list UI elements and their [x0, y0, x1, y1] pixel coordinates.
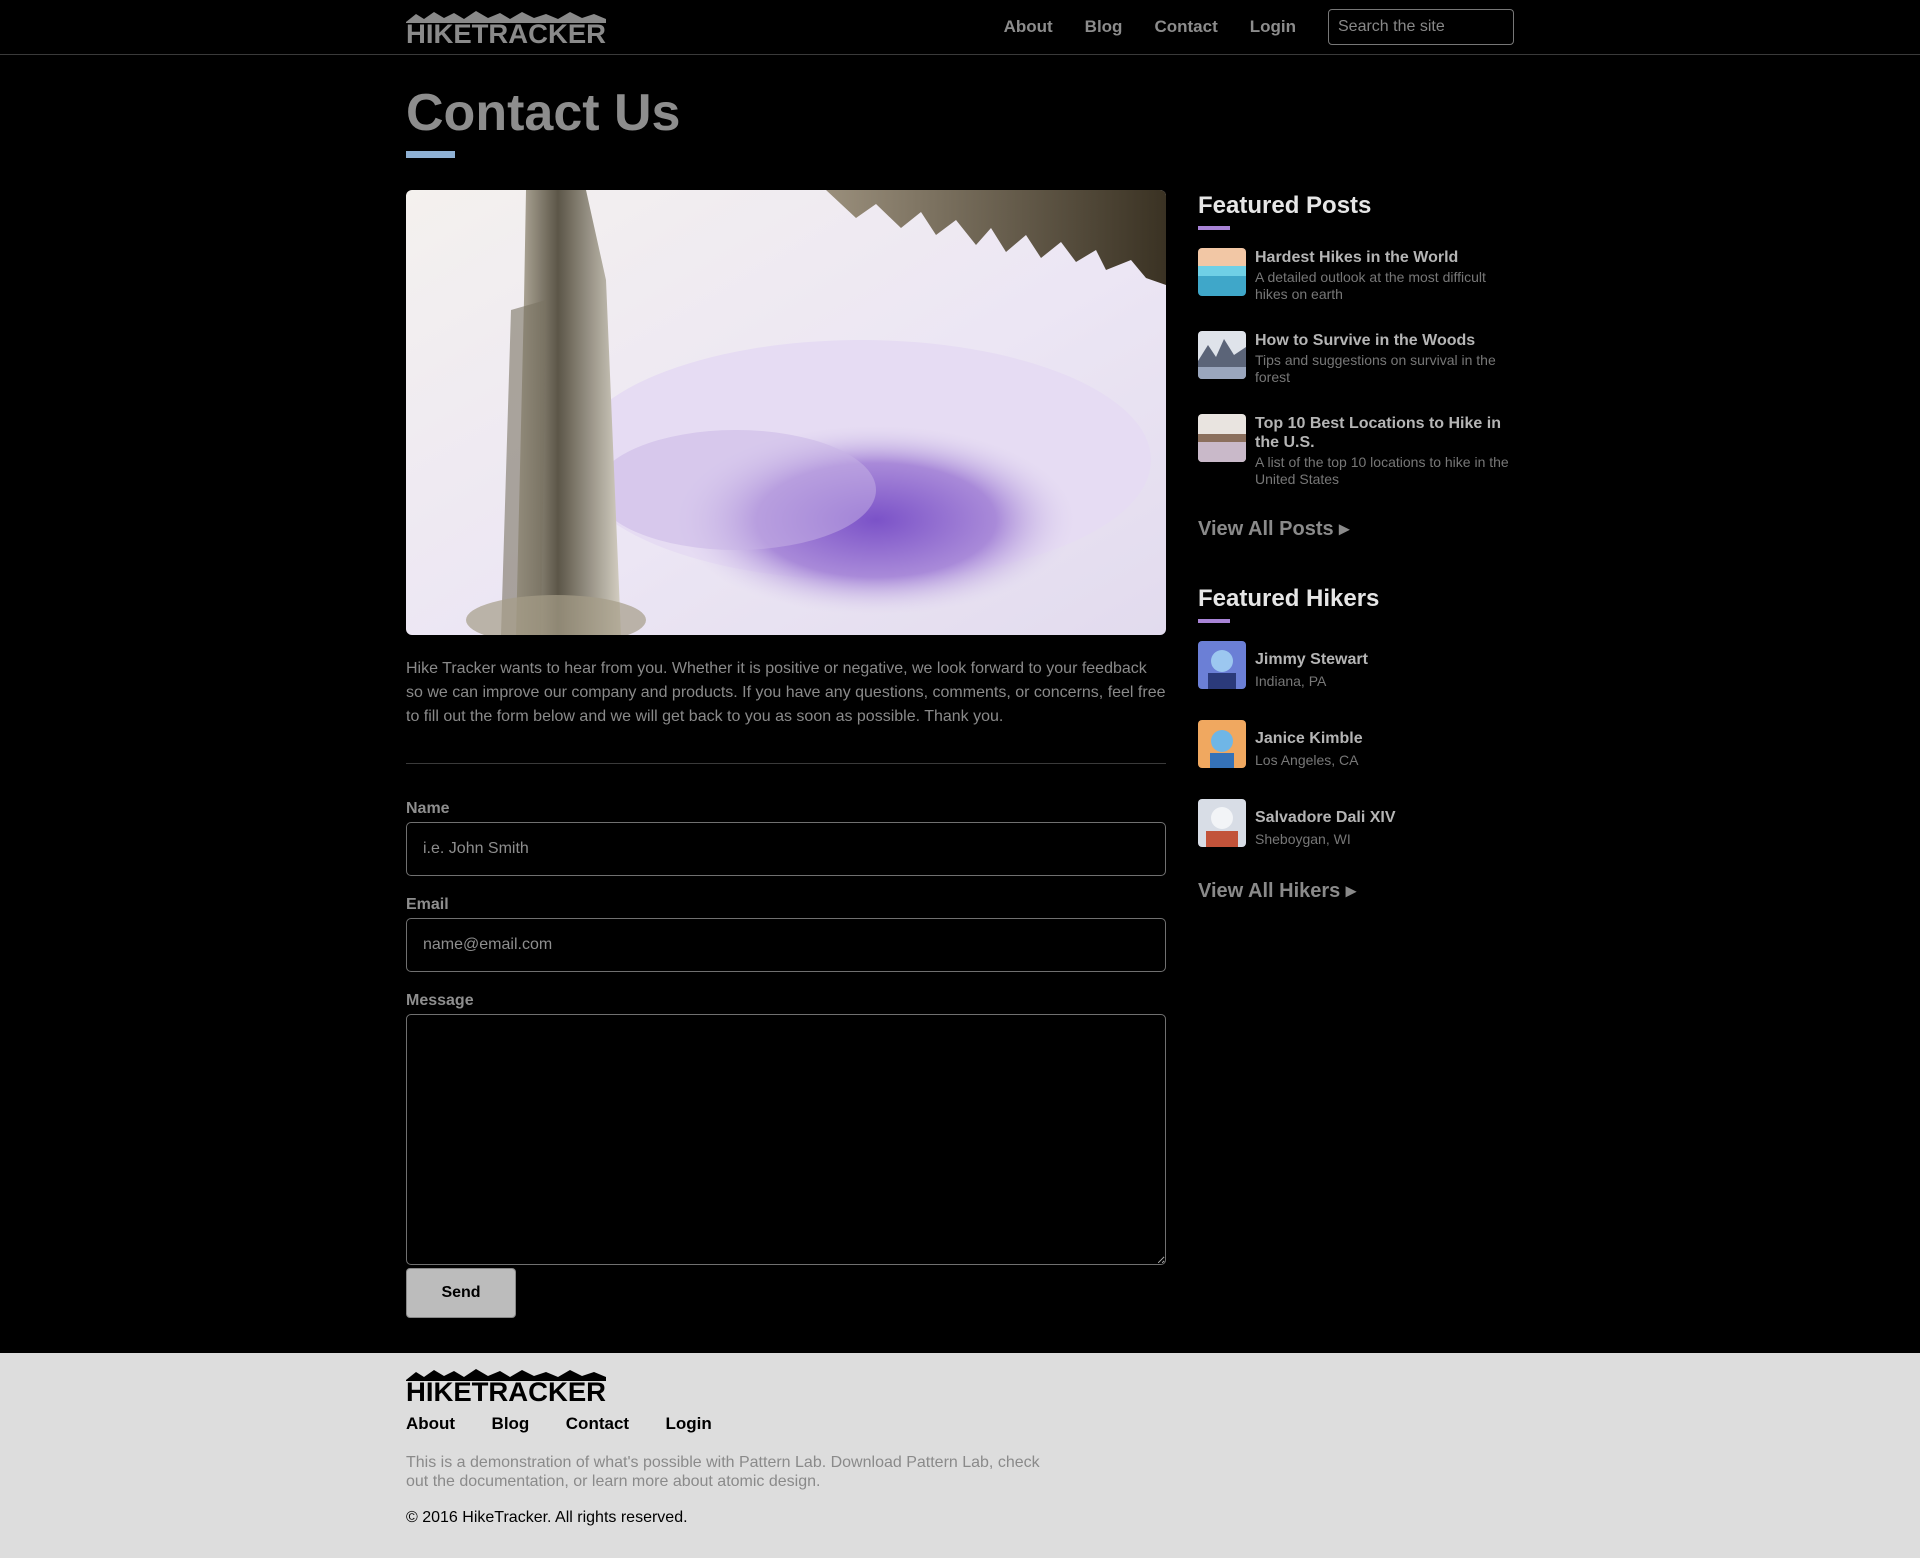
- post-thumbnail: [1198, 414, 1246, 463]
- post-item[interactable]: How to Survive in the Woods Tips and sug…: [1198, 331, 1514, 386]
- featured-hikers-list: Jimmy Stewart Indiana, PA Janice Kimble …: [1198, 641, 1514, 848]
- hiker-name: Janice Kimble: [1255, 730, 1363, 748]
- email-field[interactable]: [406, 918, 1166, 973]
- post-title: Hardest Hikes in the World: [1255, 249, 1459, 267]
- sidebar: Featured Posts Hardest Hikes in the Worl…: [1198, 190, 1514, 1318]
- main-content: Hike Tracker wants to hear from you. Whe…: [406, 190, 1166, 1319]
- footer-nav-about[interactable]: About: [406, 1414, 455, 1433]
- post-description: Tips and suggestions on survival in the …: [1255, 352, 1496, 386]
- post-thumbnail: [1198, 248, 1246, 297]
- divider: [406, 763, 1166, 765]
- heading-accent-bar: [1198, 619, 1230, 624]
- message-field[interactable]: [406, 1014, 1166, 1266]
- post-description: A detailed outlook at the most difficult…: [1255, 269, 1486, 303]
- featured-posts-heading: Featured Posts: [1198, 192, 1372, 220]
- main-nav: About Blog Contact Login: [1004, 17, 1296, 37]
- copyright: © 2016 HikeTracker. All rights reserved.: [406, 1509, 688, 1526]
- avatar: [1198, 720, 1246, 769]
- email-label: Email: [406, 896, 449, 914]
- footer-nav-login[interactable]: Login: [666, 1414, 712, 1433]
- title-accent-bar: [406, 151, 455, 159]
- hiker-item[interactable]: Janice Kimble Los Angeles, CA: [1198, 720, 1514, 769]
- footer-nav: About Blog Contact Login: [406, 1414, 1514, 1434]
- footer-logo[interactable]: HIKETRACKER: [406, 1368, 1514, 1402]
- logo-text: HIKETRACKER: [406, 19, 606, 44]
- hiker-item[interactable]: Salvadore Dali XIV Sheboygan, WI: [1198, 799, 1514, 848]
- footer-description: This is a demonstration of what's possib…: [406, 1454, 1040, 1490]
- hiker-name: Jimmy Stewart: [1255, 651, 1368, 669]
- page-title: Contact Us: [406, 84, 681, 142]
- featured-hikers-heading: Featured Hikers: [1198, 585, 1380, 613]
- name-field[interactable]: [406, 822, 1166, 877]
- hiker-location: Los Angeles, CA: [1255, 752, 1359, 769]
- view-all-posts-link[interactable]: View All Posts ▸: [1198, 516, 1349, 541]
- post-item[interactable]: Hardest Hikes in the World A detailed ou…: [1198, 248, 1514, 303]
- send-button[interactable]: Send: [406, 1268, 516, 1319]
- message-label: Message: [406, 992, 474, 1010]
- footer-nav-blog[interactable]: Blog: [492, 1414, 530, 1433]
- post-title: Top 10 Best Locations to Hike in the U.S…: [1255, 415, 1501, 452]
- avatar: [1198, 799, 1246, 848]
- featured-posts-list: Hardest Hikes in the World A detailed ou…: [1198, 248, 1514, 488]
- heading-accent-bar: [1198, 226, 1230, 231]
- hiker-location: Sheboygan, WI: [1255, 831, 1351, 848]
- footer-logo-text: HIKETRACKER: [406, 1377, 606, 1402]
- hiker-item[interactable]: Jimmy Stewart Indiana, PA: [1198, 641, 1514, 690]
- post-title: How to Survive in the Woods: [1255, 332, 1476, 350]
- hero-waterfall-image: [406, 190, 1166, 636]
- contact-form: Name Email Message Send: [406, 800, 1166, 1319]
- nav-about[interactable]: About: [1004, 17, 1053, 37]
- name-label: Name: [406, 800, 450, 818]
- footer-nav-contact[interactable]: Contact: [566, 1414, 629, 1433]
- nav-blog[interactable]: Blog: [1085, 17, 1123, 37]
- nav-login[interactable]: Login: [1250, 17, 1296, 37]
- hiker-location: Indiana, PA: [1255, 673, 1327, 690]
- logo[interactable]: HIKETRACKER: [406, 10, 606, 44]
- post-thumbnail: [1198, 331, 1246, 380]
- site-footer: HIKETRACKER About Blog Contact Login Thi…: [0, 1353, 1920, 1558]
- view-all-hikers-link[interactable]: View All Hikers ▸: [1198, 878, 1356, 903]
- post-description: A list of the top 10 locations to hike i…: [1255, 454, 1509, 488]
- avatar: [1198, 641, 1246, 690]
- site-header: HIKETRACKER About Blog Contact Login: [0, 0, 1920, 55]
- nav-contact[interactable]: Contact: [1154, 17, 1217, 37]
- hiker-name: Salvadore Dali XIV: [1255, 809, 1396, 827]
- search-input[interactable]: [1328, 9, 1514, 45]
- post-item[interactable]: Top 10 Best Locations to Hike in the U.S…: [1198, 414, 1514, 488]
- intro-text: Hike Tracker wants to hear from you. Whe…: [406, 660, 1166, 726]
